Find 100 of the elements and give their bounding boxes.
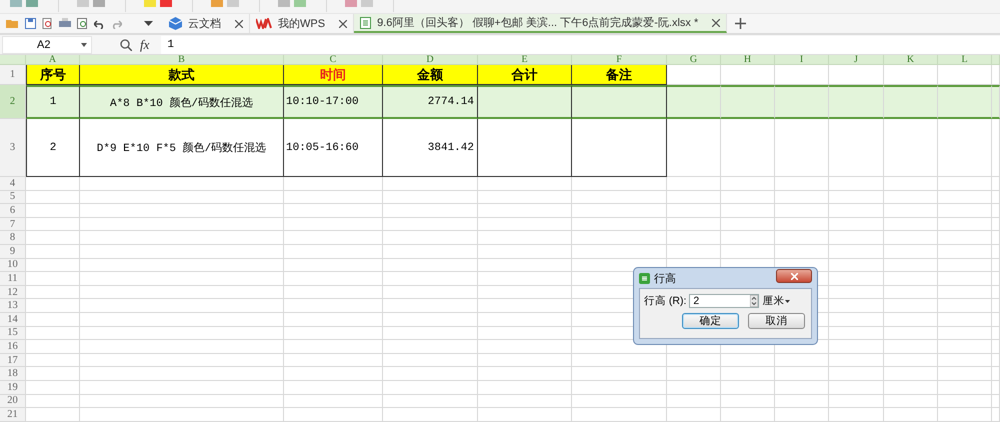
- row-header[interactable]: 9: [0, 244, 26, 259]
- empty-cell: [721, 394, 775, 408]
- row-header[interactable]: 13: [0, 299, 26, 313]
- empty-cell: [775, 231, 829, 245]
- file-tab[interactable]: 云文档: [163, 14, 250, 33]
- table-cell: 3841.42: [383, 119, 478, 177]
- empty-cell: [721, 354, 775, 368]
- file-tab[interactable]: 9.6阿里（回头客） 假聊+包邮 美滨... 下午6点前完成蒙爱-阮.xlsx *: [354, 14, 728, 33]
- empty-cell: [938, 218, 992, 232]
- close-icon[interactable]: [339, 20, 348, 28]
- dropdown-caret-icon[interactable]: [144, 20, 153, 26]
- empty-cell: [829, 408, 884, 422]
- function-label[interactable]: fx: [140, 36, 150, 52]
- empty-cell: [775, 177, 829, 191]
- empty-cell: [938, 258, 992, 272]
- empty-cell: [938, 367, 992, 381]
- empty-cell: [938, 394, 992, 408]
- empty-cell: [829, 190, 884, 204]
- empty-cell: [829, 177, 884, 191]
- column-header[interactable]: B: [80, 55, 284, 65]
- print-preview-icon[interactable]: [77, 18, 88, 29]
- empty-cell: [775, 244, 829, 259]
- row-header[interactable]: 10: [0, 258, 26, 272]
- ribbon-icon[interactable]: [144, 0, 174, 8]
- dropdown-caret-icon[interactable]: [81, 42, 87, 46]
- empty-cell: [884, 326, 938, 340]
- save-icon[interactable]: [25, 18, 36, 29]
- close-icon[interactable]: [712, 18, 720, 26]
- row-header[interactable]: 8: [0, 231, 26, 245]
- row-header[interactable]: 21: [0, 408, 26, 422]
- column-header[interactable]: I: [775, 55, 829, 65]
- empty-cell: [884, 340, 938, 354]
- row-height-input[interactable]: 2: [689, 294, 760, 308]
- name-box[interactable]: A2: [2, 36, 92, 54]
- empty-cell: [938, 204, 992, 218]
- empty-cell: [721, 367, 775, 381]
- column-header[interactable]: F: [572, 55, 667, 65]
- table-cell: 10:05-16:60: [284, 119, 383, 177]
- row-header[interactable]: 11: [0, 272, 26, 286]
- empty-cell: [884, 218, 938, 232]
- row-header[interactable]: 4: [0, 177, 26, 191]
- column-header[interactable]: A: [26, 55, 80, 65]
- row-header[interactable]: 5: [0, 190, 26, 204]
- empty-cell: [775, 218, 829, 232]
- column-header[interactable]: G: [667, 55, 721, 65]
- row-header[interactable]: 17: [0, 354, 26, 368]
- column-header[interactable]: E: [478, 55, 572, 65]
- close-button[interactable]: [776, 269, 812, 283]
- table-cell: 金额: [383, 65, 478, 85]
- empty-cell: [884, 312, 938, 327]
- row-header[interactable]: 19: [0, 380, 26, 394]
- column-header[interactable]: D: [383, 55, 478, 65]
- undo-icon[interactable]: [94, 18, 105, 28]
- empty-cell: [884, 258, 938, 272]
- caret-icon[interactable]: [785, 300, 790, 302]
- row-header[interactable]: 16: [0, 340, 26, 354]
- empty-cell: [884, 408, 938, 422]
- wps-logo-icon[interactable]: [256, 18, 272, 29]
- column-header[interactable]: H: [721, 55, 775, 65]
- cube-icon[interactable]: [169, 17, 182, 30]
- unit-dropdown[interactable]: 厘米: [762, 294, 790, 308]
- row-header[interactable]: 6: [0, 204, 26, 218]
- empty-cell: [721, 190, 775, 204]
- app-logo-icon[interactable]: [639, 272, 650, 284]
- document-icon[interactable]: [42, 18, 53, 29]
- zoom-search-icon[interactable]: [120, 38, 132, 50]
- row-header[interactable]: 20: [0, 394, 26, 408]
- print-icon[interactable]: [59, 18, 71, 29]
- row-header[interactable]: 7: [0, 218, 26, 232]
- empty-cell: [884, 299, 938, 313]
- empty-cell: [884, 244, 938, 259]
- row-header[interactable]: 2: [0, 85, 26, 119]
- table-cell: 10:10-17:00: [284, 85, 383, 119]
- new-tab-icon[interactable]: [735, 18, 746, 29]
- close-icon[interactable]: [235, 20, 243, 28]
- row-header[interactable]: 18: [0, 367, 26, 381]
- row-header[interactable]: 14: [0, 312, 26, 327]
- empty-cell: [829, 258, 884, 272]
- row-header[interactable]: 1: [0, 65, 26, 85]
- row-header[interactable]: 12: [0, 286, 26, 300]
- empty-cell: [938, 408, 992, 422]
- column-header[interactable]: K: [884, 55, 938, 65]
- column-header[interactable]: C: [284, 55, 383, 65]
- empty-cell: [884, 380, 938, 394]
- table-cell: 1: [26, 85, 80, 119]
- empty-cell: [775, 408, 829, 422]
- column-header[interactable]: L: [938, 55, 992, 65]
- ribbon-icon[interactable]: [10, 0, 40, 8]
- empty-cell: [667, 204, 721, 218]
- row-header[interactable]: 3: [0, 119, 26, 177]
- spin-button-icon[interactable]: [750, 295, 758, 307]
- empty-cell: [829, 272, 884, 286]
- formula-input[interactable]: 1: [161, 36, 1000, 54]
- cancel-button[interactable]: 取消: [748, 313, 805, 329]
- row-header[interactable]: 15: [0, 326, 26, 340]
- column-header[interactable]: J: [829, 55, 884, 65]
- empty-cell: [829, 286, 884, 300]
- ok-button[interactable]: 确定: [682, 313, 739, 329]
- empty-cell: [884, 272, 938, 286]
- spreadsheet-file-icon[interactable]: [360, 16, 372, 28]
